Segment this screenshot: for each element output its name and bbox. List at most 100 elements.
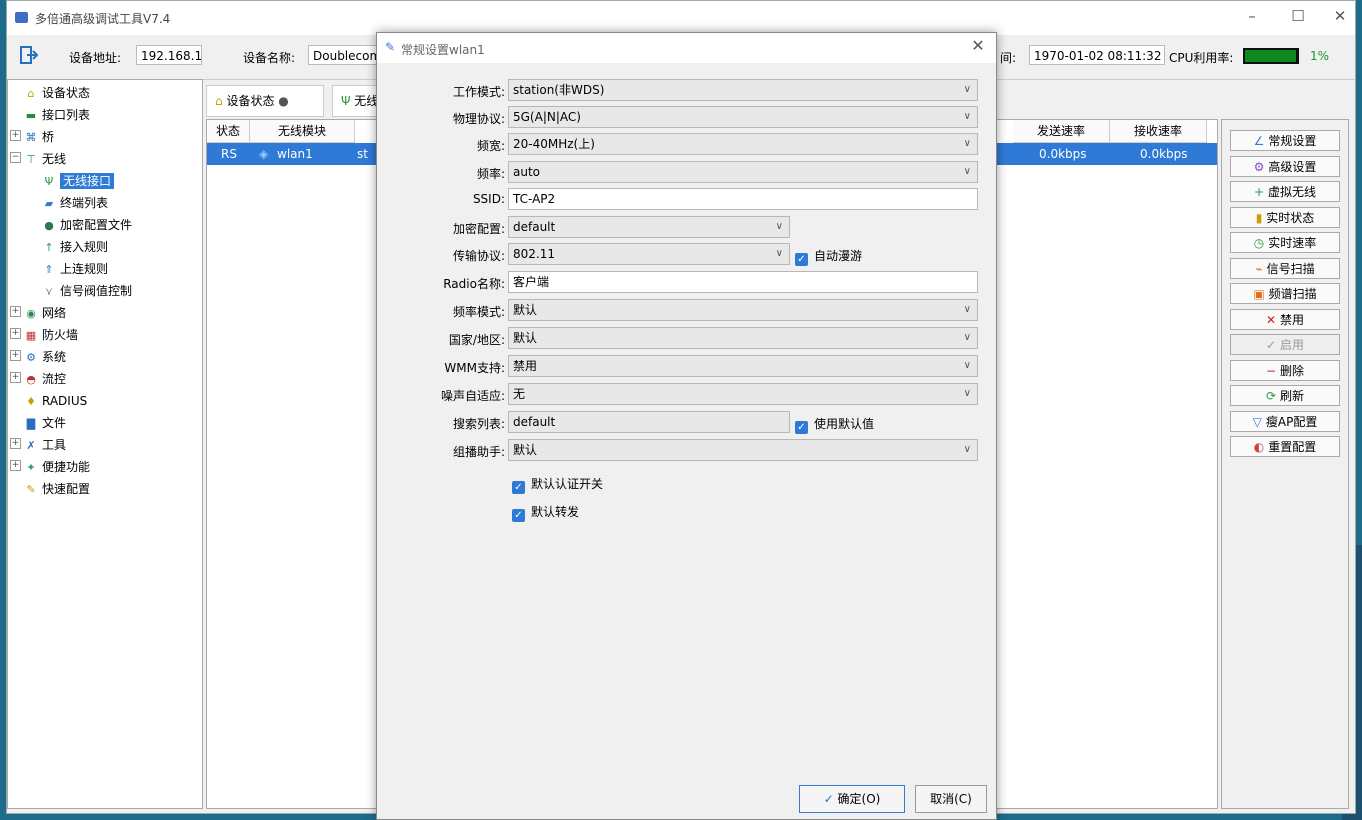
column-header-module[interactable]: 无线模块 [250, 120, 355, 143]
dialog-title: 常规设置wlan1 [401, 43, 485, 57]
default-auth-checkbox[interactable]: ✓ 默认认证开关 [512, 475, 603, 494]
action-button-label: 常规设置 [1268, 134, 1317, 148]
action-button[interactable]: ⌁ 信号扫描 [1230, 257, 1340, 279]
tree-item[interactable]: ● 加密配置文件 [42, 214, 132, 236]
action-button[interactable]: ▣ 频谱扫描 [1230, 283, 1340, 304]
tree-item[interactable]: ◓ 流控 [24, 368, 66, 390]
tree-item[interactable]: ↑ 接入规则 [42, 236, 108, 258]
minus-icon: − [1265, 363, 1277, 378]
tree-item[interactable]: ✗ 工具 [24, 434, 66, 456]
expand-icon[interactable]: + [10, 438, 21, 449]
maximize-icon[interactable]: ☐ [1283, 7, 1313, 25]
action-button[interactable]: ▽ 瘦AP配置 [1230, 410, 1340, 432]
multicast-label: 组播助手: [452, 445, 505, 459]
column-header-tx-rate[interactable]: 发送速率 [1013, 120, 1110, 143]
action-button[interactable]: ✓ 启用 [1230, 334, 1340, 355]
tree-item[interactable]: ⚙ 系统 [24, 346, 66, 368]
expand-icon[interactable]: + [10, 328, 21, 339]
chevron-down-icon: ∨ [775, 248, 783, 259]
tree-item[interactable]: ♦ RADIUS [24, 390, 87, 412]
cancel-button[interactable]: 取消(C) [915, 785, 987, 813]
chevron-down-icon: ∨ [963, 444, 971, 455]
expand-icon[interactable]: + [10, 306, 21, 317]
wireless-icon: ⊤ [26, 153, 36, 166]
phy-protocol-label: 物理协议: [452, 112, 505, 126]
search-list-field[interactable]: default [508, 411, 790, 433]
cpu-usage-bar [1243, 48, 1299, 64]
freq-mode-select[interactable]: 默认 ∨ [508, 299, 978, 321]
tree-item[interactable]: ✦ 便捷功能 [24, 456, 90, 478]
action-button-label: 频谱扫描 [1268, 287, 1317, 301]
flow-control-icon: ◓ [26, 373, 36, 386]
expand-icon[interactable]: + [10, 460, 21, 471]
noise-select[interactable]: 无 ∨ [508, 383, 978, 405]
check-icon: ✓ [512, 509, 525, 522]
expand-icon[interactable]: + [10, 130, 21, 141]
frequency-value: auto [513, 165, 541, 179]
collapse-icon[interactable]: − [10, 152, 21, 163]
tree-item[interactable]: ⌘ 桥 [24, 126, 55, 148]
transport-select[interactable]: 802.11 ∨ [508, 243, 790, 265]
encryption-label: 加密配置: [452, 222, 505, 236]
tree-item[interactable]: ⊤ 无线 [24, 148, 66, 170]
action-button[interactable]: ◐ 重置配置 [1230, 436, 1340, 457]
exit-icon[interactable] [19, 45, 39, 65]
multicast-select[interactable]: 默认 ∨ [508, 439, 978, 461]
tree-item[interactable]: ⋎ 信号阀值控制 [42, 280, 132, 302]
bandwidth-select[interactable]: 20-40MHz(上) ∨ [508, 133, 978, 155]
firewall-icon: ▦ [25, 329, 37, 342]
action-button[interactable]: ▮ 实时状态 [1230, 206, 1340, 228]
column-header-status[interactable]: 状态 [207, 120, 250, 143]
tab-device-status[interactable]: ⌂ 设备状态 ● [206, 85, 324, 117]
action-button[interactable]: ⟳ 刷新 [1230, 385, 1340, 406]
tree-item[interactable]: ▬ 接口列表 [24, 104, 90, 126]
tree-item-label: 工具 [42, 438, 67, 452]
tree-item[interactable]: Ψ 无线接口 [42, 170, 115, 192]
expand-icon[interactable]: + [10, 350, 21, 361]
action-button[interactable]: ◷ 实时速率 [1230, 232, 1340, 253]
close-icon[interactable]: ✕ [1325, 7, 1355, 25]
frequency-select[interactable]: auto ∨ [508, 161, 978, 183]
wireless-icon: Ψ [341, 94, 351, 108]
ssid-input[interactable]: TC-AP2 [508, 188, 978, 210]
tree-item[interactable]: ▰ 终端列表 [42, 192, 108, 214]
action-button[interactable]: ∠ 常规设置 [1230, 130, 1340, 151]
action-button[interactable]: ✕ 禁用 [1230, 308, 1340, 330]
bar-chart-icon: ▮ [1255, 210, 1263, 225]
work-mode-select[interactable]: station(非WDS) ∨ [508, 79, 978, 101]
action-button-label: 实时速率 [1268, 236, 1317, 250]
action-button[interactable]: − 删除 [1230, 359, 1340, 381]
encryption-profile-icon: ● [44, 219, 54, 232]
column-header-rx-rate[interactable]: 接收速率 [1110, 120, 1207, 143]
dialog-close-icon[interactable]: ✕ [966, 36, 990, 55]
bandwidth-value: 20-40MHz(上) [513, 137, 595, 151]
auto-roam-checkbox[interactable]: ✓ 自动漫游 [795, 247, 862, 266]
use-default-label: 使用默认值 [814, 417, 875, 431]
tree-item[interactable]: ⌂ 设备状态 [24, 82, 91, 104]
tree-item[interactable]: ✎ 快速配置 [24, 478, 90, 500]
tab-close-icon[interactable]: ● [278, 94, 288, 108]
phy-protocol-select[interactable]: 5G(A|N|AC) ∨ [508, 106, 978, 128]
tree-item[interactable]: ◉ 网络 [24, 302, 66, 324]
radio-name-input[interactable]: 客户端 [508, 271, 978, 293]
action-button[interactable]: ⚙ 高级设置 [1230, 155, 1340, 177]
device-address-label: 设备地址: [69, 51, 122, 65]
country-select[interactable]: 默认 ∨ [508, 327, 978, 349]
interface-list-icon: ▬ [25, 109, 37, 122]
tree-item[interactable]: ▇ 文件 [24, 412, 66, 434]
ok-button[interactable]: ✓ 确定(O) [799, 785, 905, 813]
tree-item[interactable]: ⇑ 上连规则 [42, 258, 108, 280]
wmm-select[interactable]: 禁用 ∨ [508, 355, 978, 377]
tree-item-label: 接入规则 [60, 240, 109, 254]
minimize-icon[interactable]: – [1237, 7, 1267, 25]
check-icon: ✓ [512, 481, 525, 494]
tree-item[interactable]: ▦ 防火墙 [24, 324, 78, 346]
use-default-checkbox[interactable]: ✓ 使用默认值 [795, 415, 874, 434]
auto-roam-label: 自动漫游 [814, 249, 863, 263]
encryption-select[interactable]: default ∨ [508, 216, 790, 238]
action-button[interactable]: + 虚拟无线 [1230, 181, 1340, 202]
default-forward-checkbox[interactable]: ✓ 默认转发 [512, 503, 579, 522]
multicast-value: 默认 [513, 443, 538, 457]
edit-icon: ✎ [385, 40, 396, 54]
expand-icon[interactable]: + [10, 372, 21, 383]
